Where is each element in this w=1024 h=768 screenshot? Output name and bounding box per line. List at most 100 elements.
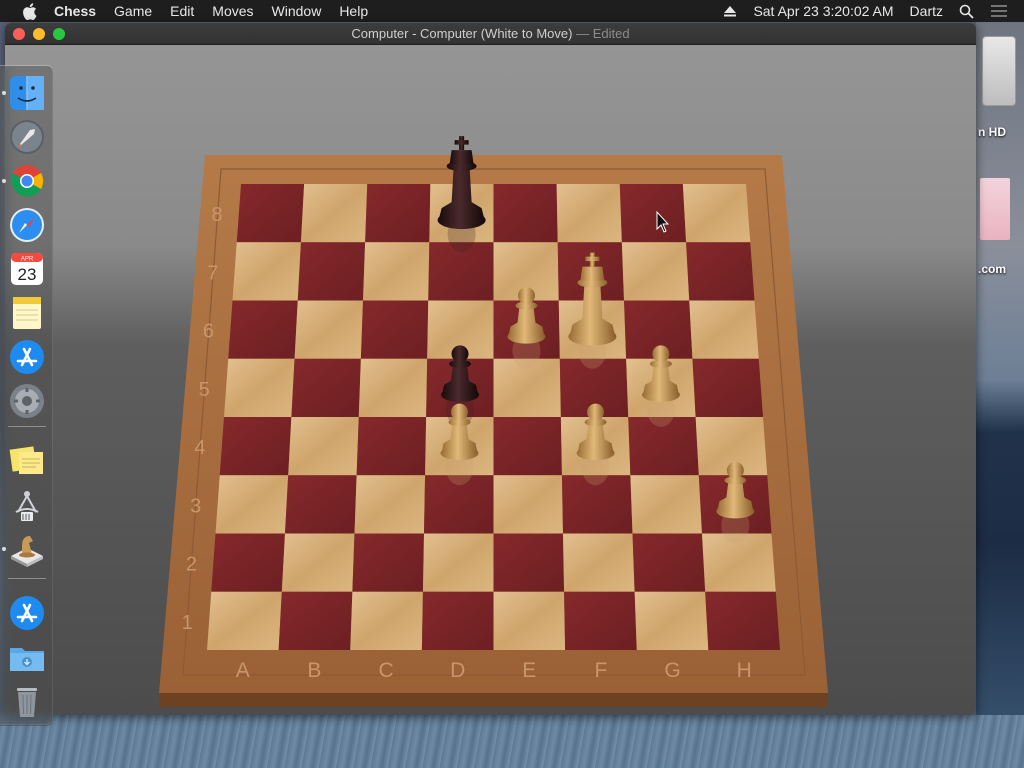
square-b8[interactable] [300,184,368,243]
file-label: G [664,659,680,682]
rank-label: 2 [186,554,197,576]
chess-scene[interactable]: 12345678ABCDEFGH [5,45,976,715]
dock: APR 23 [0,65,53,726]
square-b6[interactable] [294,300,363,359]
file-label: E [522,659,536,682]
menu-bar: Chess Game Edit Moves Window Help Sat Ap… [0,0,1024,22]
square-h8[interactable] [682,184,751,243]
square-b5[interactable] [291,358,361,417]
dock-stickies-icon[interactable] [8,442,46,480]
menu-app-chess[interactable]: Chess [54,3,96,19]
square-a4[interactable] [219,417,292,476]
dock-app-store-icon[interactable] [8,338,46,376]
dock-app-store-2-icon[interactable] [8,594,46,632]
square-a1[interactable] [207,591,282,650]
menu-user[interactable]: Dartz [910,3,943,19]
dock-running-indicator [2,547,6,551]
menu-moves[interactable]: Moves [212,3,253,19]
chess-board[interactable]: 12345678A B C D E F G H [5,45,976,715]
rank-label: 5 [199,379,210,401]
square-b3[interactable] [285,475,357,534]
svg-text:23: 23 [18,265,37,284]
rank-label: 8 [211,204,222,226]
square-f1[interactable] [564,591,637,650]
square-e1[interactable] [493,591,566,650]
menu-help[interactable]: Help [339,3,368,19]
square-b1[interactable] [278,591,353,650]
window-edited-status: — Edited [572,26,630,41]
rank-label: 7 [207,262,218,284]
square-b7[interactable] [297,242,366,301]
square-g2[interactable] [632,533,706,592]
square-f2[interactable] [563,533,635,592]
dock-system-preferences-icon[interactable] [8,382,46,420]
dock-chess-icon[interactable] [8,530,46,568]
dock-finder-icon[interactable] [8,74,46,112]
dock-downloads-folder-icon[interactable] [8,638,46,676]
square-f8[interactable] [556,184,622,243]
square-e2[interactable] [493,533,565,592]
square-c2[interactable] [352,533,424,592]
file-label: D [450,659,465,682]
menu-clock[interactable]: Sat Apr 23 3:20:02 AM [753,3,893,19]
dock-launchpad-icon[interactable] [8,118,46,156]
dock-safari-icon[interactable] [8,206,46,244]
square-h5[interactable] [692,358,763,417]
desktop-floor [0,715,1024,768]
square-c5[interactable] [358,358,428,417]
square-c4[interactable] [356,417,427,476]
square-a8[interactable] [236,184,305,243]
square-c3[interactable] [354,475,426,534]
file-label: B [307,659,321,682]
dock-chrome-icon[interactable] [8,162,46,200]
square-c1[interactable] [350,591,423,650]
square-c7[interactable] [363,242,430,301]
rank-label: 3 [190,495,201,517]
window-titlebar[interactable]: Computer - Computer (White to Move) — Ed… [5,23,976,45]
square-a3[interactable] [215,475,289,534]
dock-running-indicator [2,91,6,95]
dock-directory-utility-icon[interactable] [8,486,46,524]
square-d1[interactable] [421,591,494,650]
square-a6[interactable] [228,300,298,359]
eject-icon[interactable] [723,4,737,18]
square-a5[interactable] [224,358,295,417]
dock-trash-icon[interactable] [8,682,46,720]
square-e3[interactable] [493,475,564,534]
square-c6[interactable] [360,300,429,359]
dock-notes-icon[interactable] [8,294,46,332]
desktop-file-label[interactable]: .com [978,262,1006,276]
square-a2[interactable] [211,533,285,592]
apple-menu-icon[interactable] [20,2,38,20]
dock-calendar-icon[interactable]: APR 23 [8,250,46,288]
file-label: F [595,659,608,682]
menu-game[interactable]: Game [114,3,152,19]
window-title: Computer - Computer (White to Move) — Ed… [5,23,976,45]
file-label: A [236,659,250,682]
menu-edit[interactable]: Edit [170,3,194,19]
square-e4[interactable] [493,417,562,476]
square-g7[interactable] [621,242,690,301]
square-b4[interactable] [288,417,359,476]
square-d2[interactable] [422,533,494,592]
square-h1[interactable] [705,591,780,650]
square-a7[interactable] [232,242,301,301]
hard-drive-label[interactable]: n HD [978,125,1006,139]
menu-window[interactable]: Window [272,3,322,19]
spotlight-search-icon[interactable] [959,4,974,19]
desktop-file-icon[interactable] [980,178,1010,240]
hard-drive-icon[interactable] [982,36,1016,106]
square-c8[interactable] [365,184,431,243]
square-e8[interactable] [493,184,558,243]
square-g8[interactable] [619,184,687,243]
square-h6[interactable] [689,300,759,359]
square-b2[interactable] [281,533,355,592]
rank-label: 4 [194,437,205,459]
square-h7[interactable] [686,242,755,301]
square-g3[interactable] [630,475,702,534]
board-frame-edge [159,693,828,707]
chess-window: Computer - Computer (White to Move) — Ed… [5,23,976,715]
square-g1[interactable] [634,591,709,650]
rank-label: 1 [182,612,193,634]
notification-center-icon[interactable] [990,4,1008,18]
